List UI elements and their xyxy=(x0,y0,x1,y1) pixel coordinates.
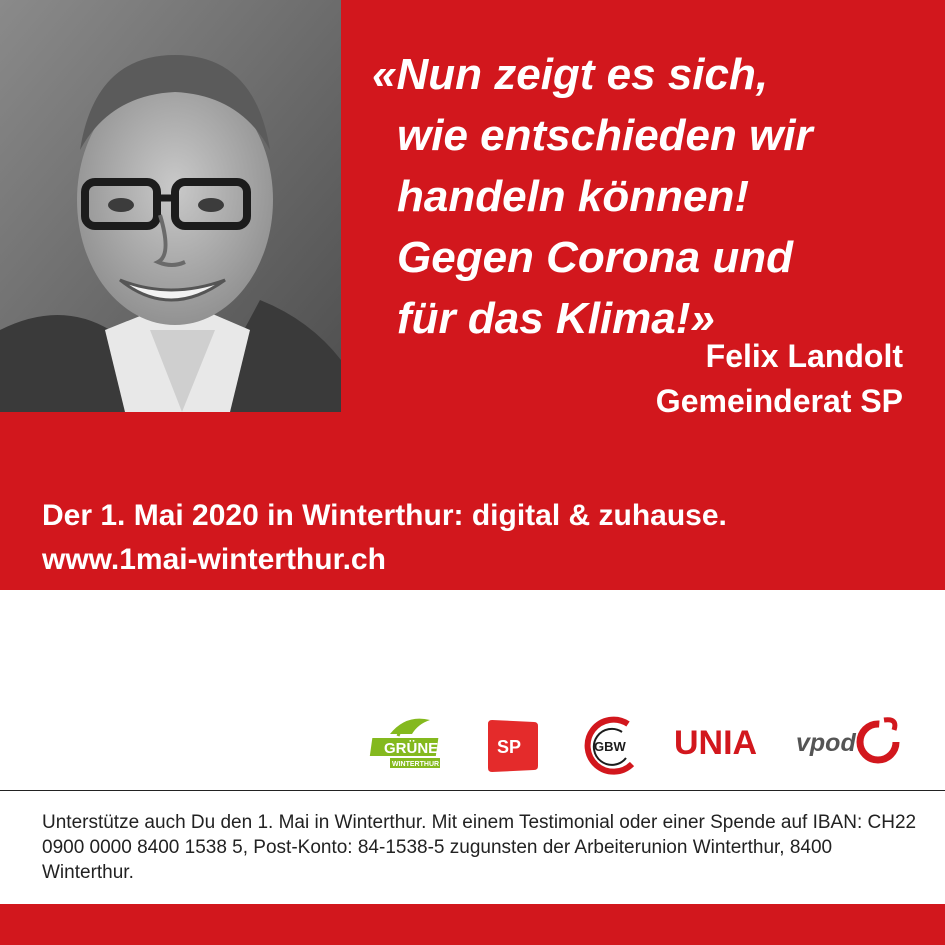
gruene-subtext: WINTERTHUR xyxy=(392,761,439,768)
sp-text: SP xyxy=(497,737,521,757)
quote-line: «Nun zeigt es sich, xyxy=(372,50,769,99)
unia-logo: UNIA xyxy=(672,718,776,773)
footer-text: Unterstütze auch Du den 1. Mai in Winter… xyxy=(42,812,917,883)
gbw-text: GBW xyxy=(594,739,627,754)
vpod-logo: vpod xyxy=(794,714,904,775)
author-role: Gemeinderat SP xyxy=(655,383,903,419)
gruene-text: GRÜNE xyxy=(384,740,438,757)
partner-logos: GRÜNE WINTERTHUR SP GBW UNIA vpod xyxy=(360,712,920,778)
author-name: Felix Landolt xyxy=(705,338,903,374)
bottom-red-bar xyxy=(0,904,945,945)
gbw-logo: GBW xyxy=(582,716,642,781)
event-headline: Der 1. Mai 2020 in Winterthur: digital &… xyxy=(42,499,727,532)
portrait-photo xyxy=(0,0,341,412)
divider-line xyxy=(0,790,945,791)
unia-text: UNIA xyxy=(674,724,757,762)
event-url-link[interactable]: www.1mai-winterthur.ch xyxy=(42,538,727,582)
footer-note: Unterstütze auch Du den 1. Mai in Winter… xyxy=(42,810,922,885)
event-info: Der 1. Mai 2020 in Winterthur: digital &… xyxy=(42,494,727,582)
author-block: Felix Landolt Gemeinderat SP xyxy=(656,334,903,424)
quote-text: «Nun zeigt es sich, wie entschieden wir … xyxy=(372,44,932,349)
sp-logo: SP xyxy=(484,718,540,779)
gruene-logo: GRÜNE WINTERTHUR xyxy=(368,712,448,781)
vpod-text: vpod xyxy=(796,729,856,757)
quote-line: handeln können! xyxy=(397,172,749,221)
quote-line: Gegen Corona und xyxy=(397,233,793,282)
quote-line: wie entschieden wir xyxy=(397,111,813,160)
